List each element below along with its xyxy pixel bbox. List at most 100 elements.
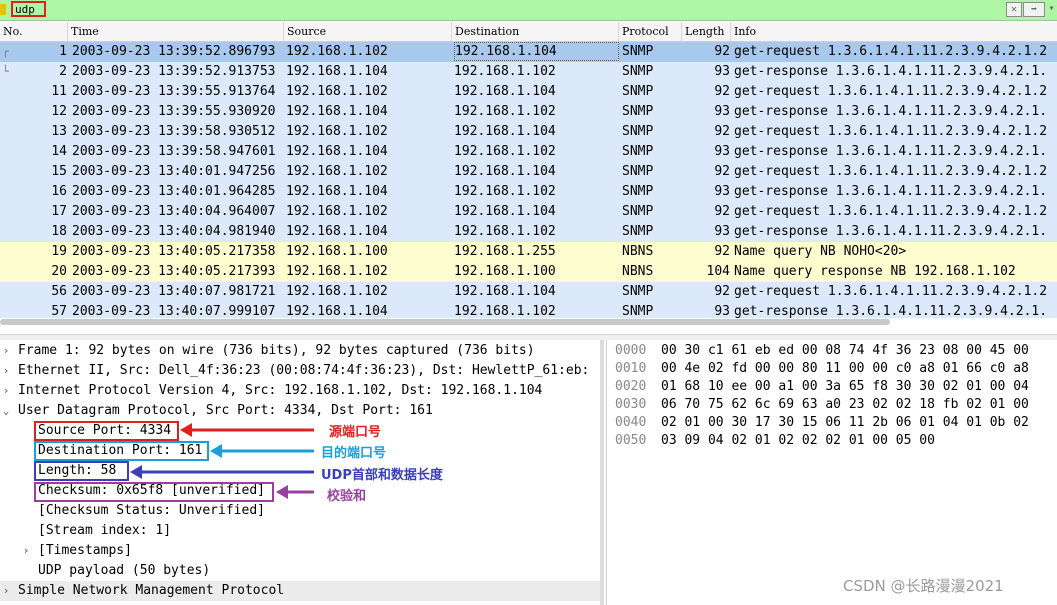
packet-length: 92 bbox=[714, 44, 730, 59]
packet-row[interactable]: 11 2003-09-23 13:39:55.913764 192.168.1.… bbox=[0, 82, 1057, 102]
hex-bytes[interactable]: 00 4e 02 fd 00 00 80 11 00 00 c0 a8 01 6… bbox=[661, 360, 1029, 378]
column-time[interactable]: Time bbox=[68, 22, 284, 41]
hex-offset: 0000 bbox=[615, 343, 647, 358]
packet-row[interactable]: 18 2003-09-23 13:40:04.981940 192.168.1.… bbox=[0, 222, 1057, 242]
packet-info: Name query response NB 192.168.1.102 bbox=[734, 264, 1016, 279]
tree-node-label: UDP payload (50 bytes) bbox=[38, 563, 211, 578]
packet-no: 18 bbox=[51, 224, 67, 239]
packet-time: 2003-09-23 13:40:05.217358 bbox=[72, 244, 276, 259]
column-info[interactable]: Info bbox=[731, 22, 1057, 41]
tree-node-ip[interactable]: › Internet Protocol Version 4, Src: 192.… bbox=[0, 381, 603, 401]
packet-bytes-pane: 0000 00 30 c1 61 eb ed 00 08 74 4f 36 23… bbox=[606, 340, 1057, 605]
tree-node-ethernet[interactable]: › Ethernet II, Src: Dell_4f:36:23 (00:08… bbox=[0, 361, 603, 381]
tree-node-label: Frame 1: 92 bytes on wire (736 bits), 92… bbox=[18, 343, 535, 358]
packet-info: get-response 1.3.6.1.4.1.11.2.3.9.4.2.1. bbox=[734, 144, 1048, 159]
tree-node-label: Destination Port: 161 bbox=[38, 443, 203, 458]
packet-row[interactable]: 12 2003-09-23 13:39:55.930920 192.168.1.… bbox=[0, 102, 1057, 122]
packet-info: get-request 1.3.6.1.4.1.11.2.3.9.4.2.1.2 bbox=[734, 284, 1048, 299]
tree-node-udp-payload[interactable]: UDP payload (50 bytes) bbox=[0, 561, 603, 581]
packet-time: 2003-09-23 13:40:04.964007 bbox=[72, 204, 276, 219]
display-filter-input[interactable] bbox=[11, 1, 1005, 18]
hex-bytes[interactable]: 06 70 75 62 6c 69 63 a0 23 02 02 18 fb 0… bbox=[661, 396, 1029, 414]
packet-no: 2 bbox=[59, 64, 67, 79]
packet-time: 2003-09-23 13:40:01.964285 bbox=[72, 184, 276, 199]
column-protocol[interactable]: Protocol bbox=[619, 22, 682, 41]
hex-bytes[interactable]: 02 01 00 30 17 30 15 06 11 2b 06 01 04 0… bbox=[661, 414, 1029, 432]
tree-node-timestamps[interactable]: › [Timestamps] bbox=[0, 541, 603, 561]
packet-destination: 192.168.1.102 bbox=[454, 64, 556, 79]
tree-node-snmp[interactable]: › Simple Network Management Protocol bbox=[0, 581, 603, 601]
packet-row[interactable]: 13 2003-09-23 13:39:58.930512 192.168.1.… bbox=[0, 122, 1057, 142]
packet-source: 192.168.1.102 bbox=[286, 124, 388, 139]
packet-row[interactable]: └ 2 2003-09-23 13:39:52.913753 192.168.1… bbox=[0, 62, 1057, 82]
tree-node-frame[interactable]: › Frame 1: 92 bytes on wire (736 bits), … bbox=[0, 341, 603, 361]
packet-row[interactable]: 19 2003-09-23 13:40:05.217358 192.168.1.… bbox=[0, 242, 1057, 262]
packet-destination: 192.168.1.104 bbox=[454, 204, 556, 219]
expand-icon[interactable]: › bbox=[0, 381, 12, 401]
filter-bookmark-icon[interactable] bbox=[0, 4, 6, 15]
packet-source: 192.168.1.104 bbox=[286, 144, 388, 159]
packet-length: 92 bbox=[714, 284, 730, 299]
source-port-annotation: 源端口号 bbox=[329, 425, 382, 440]
checksum-annotation: 校验和 bbox=[327, 489, 367, 504]
tree-node-label: [Timestamps] bbox=[38, 543, 132, 558]
packet-length: 93 bbox=[714, 144, 730, 159]
packet-info: get-request 1.3.6.1.4.1.11.2.3.9.4.2.1.2 bbox=[734, 124, 1048, 139]
hex-bytes[interactable]: 03 09 04 02 01 02 02 02 01 00 05 00 bbox=[661, 432, 935, 450]
packet-protocol: SNMP bbox=[622, 224, 654, 239]
packet-source: 192.168.1.102 bbox=[286, 84, 388, 99]
packet-length: 92 bbox=[714, 84, 730, 99]
packet-row[interactable]: 15 2003-09-23 13:40:01.947256 192.168.1.… bbox=[0, 162, 1057, 182]
packet-source: 192.168.1.102 bbox=[286, 44, 388, 59]
hex-bytes[interactable]: 01 68 10 ee 00 a1 00 3a 65 f8 30 30 02 0… bbox=[661, 378, 1029, 396]
tree-node-stream-index[interactable]: [Stream index: 1] bbox=[0, 521, 603, 541]
packet-row[interactable]: 16 2003-09-23 13:40:01.964285 192.168.1.… bbox=[0, 182, 1057, 202]
packet-source: 192.168.1.104 bbox=[286, 304, 388, 318]
packet-row[interactable]: 57 2003-09-23 13:40:07.999107 192.168.1.… bbox=[0, 302, 1057, 318]
packet-source: 192.168.1.102 bbox=[286, 164, 388, 179]
column-no[interactable]: No. bbox=[0, 22, 68, 41]
destination-port-annotation: 目的端口号 bbox=[321, 446, 387, 461]
filter-dropdown-icon[interactable]: ▾ bbox=[1046, 2, 1057, 17]
packet-list-horizontal-scrollbar[interactable] bbox=[0, 319, 890, 325]
packet-length: 104 bbox=[706, 264, 730, 279]
packet-protocol: SNMP bbox=[622, 64, 654, 79]
packet-row[interactable]: 56 2003-09-23 13:40:07.981721 192.168.1.… bbox=[0, 282, 1057, 302]
packet-destination: 192.168.1.102 bbox=[454, 304, 556, 318]
packet-destination: 192.168.1.255 bbox=[454, 244, 556, 259]
hex-offset: 0050 bbox=[615, 433, 647, 448]
packet-time: 2003-09-23 13:39:58.947601 bbox=[72, 144, 276, 159]
packet-info: get-response 1.3.6.1.4.1.11.2.3.9.4.2.1. bbox=[734, 224, 1048, 239]
packet-protocol: SNMP bbox=[622, 164, 654, 179]
packet-source: 192.168.1.102 bbox=[286, 284, 388, 299]
packet-time: 2003-09-23 13:40:04.981940 bbox=[72, 224, 276, 239]
packet-info: get-request 1.3.6.1.4.1.11.2.3.9.4.2.1.2 bbox=[734, 84, 1048, 99]
packet-protocol: SNMP bbox=[622, 204, 654, 219]
column-destination[interactable]: Destination bbox=[452, 22, 619, 41]
expand-icon[interactable]: › bbox=[0, 341, 12, 361]
apply-filter-icon[interactable]: ➡ bbox=[1023, 2, 1045, 17]
packet-no: 13 bbox=[51, 124, 67, 139]
hex-bytes[interactable]: 00 30 c1 61 eb ed 00 08 74 4f 36 23 08 0… bbox=[661, 342, 1029, 360]
clear-filter-icon[interactable]: ✕ bbox=[1006, 2, 1022, 17]
packet-row[interactable]: 17 2003-09-23 13:40:04.964007 192.168.1.… bbox=[0, 202, 1057, 222]
packet-source: 192.168.1.104 bbox=[286, 64, 388, 79]
packet-info: get-response 1.3.6.1.4.1.11.2.3.9.4.2.1. bbox=[734, 64, 1048, 79]
packet-row[interactable]: 20 2003-09-23 13:40:05.217393 192.168.1.… bbox=[0, 262, 1057, 282]
packet-protocol: NBNS bbox=[622, 264, 654, 279]
expand-icon[interactable]: › bbox=[0, 361, 12, 381]
column-source[interactable]: Source bbox=[284, 22, 452, 41]
expand-icon[interactable]: › bbox=[0, 581, 12, 601]
packet-protocol: SNMP bbox=[622, 144, 654, 159]
details-vertical-scrollbar[interactable] bbox=[600, 340, 604, 605]
packet-row[interactable]: ┌ 1 2003-09-23 13:39:52.896793 192.168.1… bbox=[0, 42, 1057, 62]
collapse-icon[interactable]: ⌄ bbox=[0, 401, 12, 421]
tree-node-udp[interactable]: ⌄ User Datagram Protocol, Src Port: 4334… bbox=[0, 401, 603, 421]
packet-destination: 192.168.1.102 bbox=[454, 224, 556, 239]
packet-no: 15 bbox=[51, 164, 67, 179]
column-length[interactable]: Length bbox=[682, 22, 731, 41]
expand-icon[interactable]: › bbox=[20, 541, 32, 561]
hex-offset: 0020 bbox=[615, 379, 647, 394]
packet-row[interactable]: 14 2003-09-23 13:39:58.947601 192.168.1.… bbox=[0, 142, 1057, 162]
tree-node-label: Source Port: 4334 bbox=[38, 423, 172, 438]
